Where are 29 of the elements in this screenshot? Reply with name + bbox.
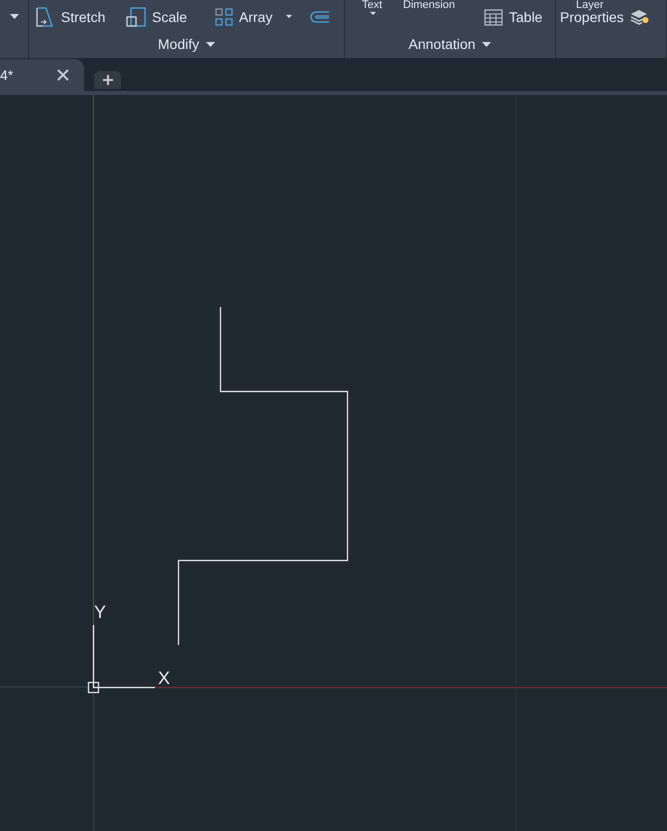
tab-title: 4* (0, 66, 14, 84)
stretch-tool-button[interactable]: Stretch (35, 6, 106, 28)
close-icon[interactable] (57, 69, 69, 81)
y-axis-label: Y (94, 603, 106, 621)
ucs-icon (88, 625, 155, 694)
plus-icon (102, 75, 112, 85)
new-tab-button[interactable] (94, 71, 121, 89)
offset-icon[interactable] (309, 10, 329, 24)
scale-tool-button[interactable]: Scale (126, 6, 188, 28)
grid-icon (215, 8, 233, 26)
table-tool-button[interactable]: Table (484, 6, 542, 28)
caret-icon[interactable] (206, 42, 216, 47)
tool-label[interactable]: Dimension (403, 0, 455, 11)
tool-label[interactable]: Text (362, 0, 382, 11)
caret-icon[interactable] (370, 11, 376, 16)
caret-icon[interactable] (482, 42, 492, 47)
panel-title-button[interactable]: Annotation (408, 34, 492, 55)
table-icon (484, 8, 503, 26)
x-axis-label: X (158, 669, 170, 687)
panel-title-button[interactable]: Modify (158, 34, 216, 55)
caret-icon[interactable] (10, 14, 18, 19)
drawing-canvas[interactable]: Y X (0, 95, 667, 831)
array-tool-button[interactable]: Array (215, 6, 272, 28)
caret-icon[interactable] (286, 14, 292, 19)
document-tab[interactable]: 4* (0, 59, 84, 91)
layers-icon (630, 8, 650, 26)
stretch-icon (35, 7, 55, 27)
tool-label[interactable]: Layer (576, 0, 604, 11)
scale-icon (126, 7, 146, 27)
